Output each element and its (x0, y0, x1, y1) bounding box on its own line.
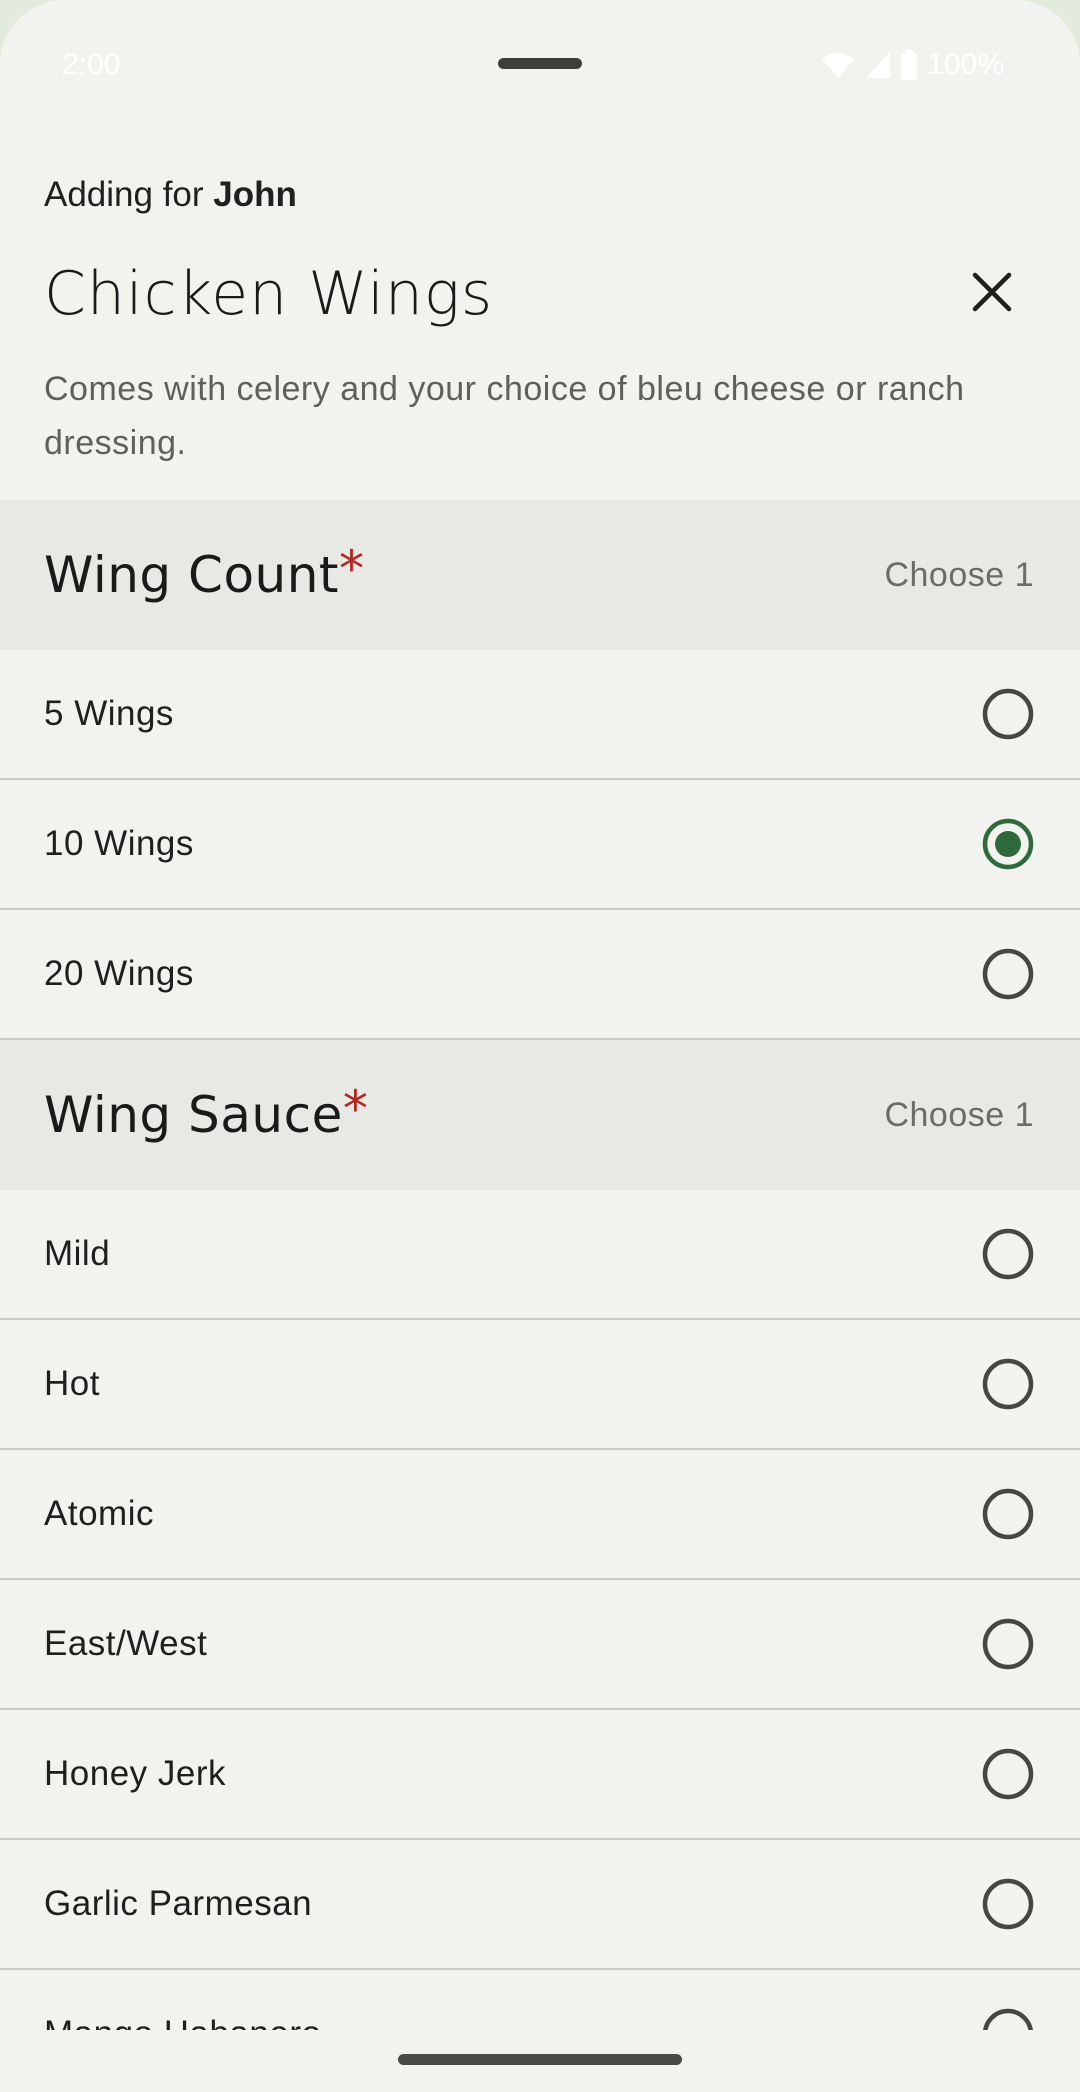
option-row-hot[interactable]: Hot (0, 1320, 1080, 1450)
radio-button-unselected[interactable] (982, 1748, 1034, 1800)
choose-count-label: Choose 1 (884, 555, 1034, 594)
option-label: Mango Habanero (44, 2014, 321, 2030)
option-row-garlic-parmesan[interactable]: Garlic Parmesan (0, 1840, 1080, 1970)
radio-button-unselected[interactable] (982, 1228, 1034, 1280)
gesture-nav-bar[interactable] (398, 2054, 682, 2065)
section-header-wing-sauce: Wing Sauce* Choose 1 (0, 1038, 1080, 1190)
section-header-wing-count: Wing Count* Choose 1 (0, 500, 1080, 650)
radio-button-unselected[interactable] (982, 948, 1034, 1000)
battery-icon (901, 50, 918, 80)
option-label: Mild (44, 1234, 111, 1273)
navigation-area (0, 2030, 1080, 2092)
status-time: 2:00 (62, 48, 121, 81)
battery-percent: 100% (927, 48, 1004, 81)
adding-for-name: John (213, 175, 297, 214)
option-label: Hot (44, 1364, 100, 1403)
adding-for-line: Adding for John (44, 170, 1044, 220)
option-label: Honey Jerk (44, 1754, 227, 1793)
section-title-text: Wing Sauce (44, 1086, 343, 1144)
radio-button-unselected[interactable] (982, 1618, 1034, 1670)
required-marker: * (342, 1080, 369, 1138)
choose-count-label: Choose 1 (884, 1095, 1034, 1134)
option-row-mango-habanero[interactable]: Mango Habanero (0, 1970, 1080, 2030)
status-icons: 100% (821, 48, 1004, 82)
wifi-icon (821, 51, 855, 79)
option-row-20-wings[interactable]: 20 Wings (0, 910, 1080, 1038)
required-marker: * (339, 540, 365, 598)
radio-button-selected[interactable] (982, 818, 1034, 870)
adding-for-prefix: Adding for (44, 175, 214, 214)
option-label: East/West (44, 1624, 208, 1663)
option-label: 10 Wings (44, 824, 194, 863)
signal-icon (865, 51, 891, 79)
option-label: 5 Wings (44, 694, 174, 733)
radio-button-unselected[interactable] (982, 1358, 1034, 1410)
item-description: Comes with celery and your choice of ble… (44, 370, 965, 462)
section-title-text: Wing Count (44, 546, 340, 604)
close-icon (972, 272, 1012, 316)
option-row-atomic[interactable]: Atomic (0, 1450, 1080, 1580)
option-label: 20 Wings (44, 954, 194, 993)
radio-button-unselected[interactable] (982, 2008, 1034, 2030)
option-row-10-wings[interactable]: 10 Wings (0, 780, 1080, 910)
radio-button-unselected[interactable] (982, 688, 1034, 740)
option-label: Atomic (44, 1494, 154, 1533)
section-title: Wing Count* (44, 540, 365, 604)
drag-handle[interactable] (498, 58, 582, 69)
bottom-sheet: 2:00 100% Adding for John Chicken Wings … (0, 0, 1080, 2092)
section-title: Wing Sauce* (44, 1080, 368, 1144)
option-row-5-wings[interactable]: 5 Wings (0, 650, 1080, 780)
title-row: Chicken Wings (44, 254, 1044, 334)
item-header: Adding for John Chicken Wings Comes with… (44, 170, 1044, 470)
option-row-honey-jerk[interactable]: Honey Jerk (0, 1710, 1080, 1840)
option-row-east-west[interactable]: East/West (0, 1580, 1080, 1710)
option-label: Garlic Parmesan (44, 1884, 313, 1923)
close-button[interactable] (960, 262, 1024, 326)
item-title: Chicken Wings (44, 259, 494, 329)
status-bar: 2:00 100% (0, 0, 1080, 130)
radio-button-unselected[interactable] (982, 1878, 1034, 1930)
option-row-mild[interactable]: Mild (0, 1190, 1080, 1320)
options-list[interactable]: Wing Count* Choose 1 5 Wings 10 Wings 20… (0, 500, 1080, 2030)
radio-button-unselected[interactable] (982, 1488, 1034, 1540)
